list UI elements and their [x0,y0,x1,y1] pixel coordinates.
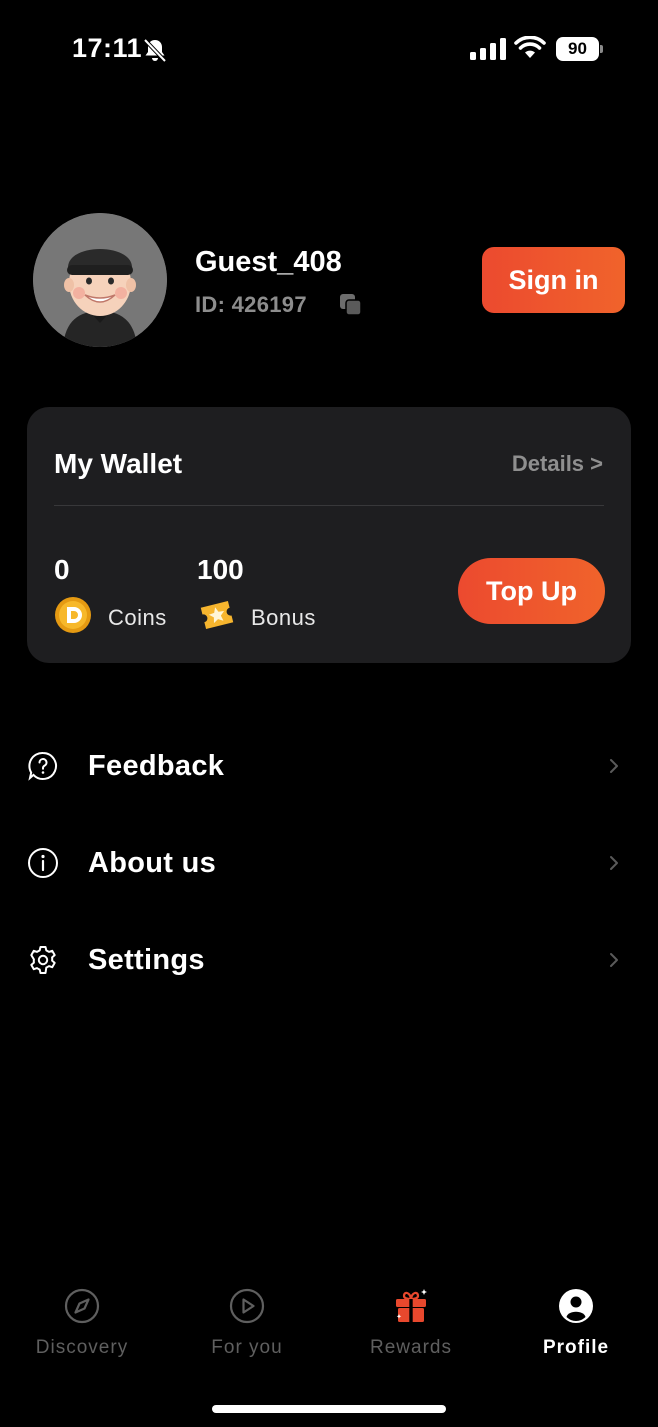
menu-label-settings: Settings [88,944,205,976]
home-indicator [212,1405,446,1413]
avatar-image [33,213,167,347]
battery-level: 90 [568,39,587,58]
user-id: ID: 426197 [195,292,307,317]
chevron-right-icon [610,759,618,773]
tab-profile[interactable]: Profile [506,1285,646,1365]
avatar[interactable] [33,213,167,347]
wallet-card: My Wallet Details > 0 Coins 100 Bonus To… [27,407,631,663]
bonus-value: 100 [197,554,244,585]
coins-value: 0 [54,554,70,585]
tab-discovery[interactable]: Discovery [12,1285,152,1365]
menu-label-about-us: About us [88,847,217,879]
menu-item-settings[interactable]: Settings [0,920,658,1000]
coin-icon [55,597,91,633]
tab-for-you[interactable]: For you [177,1285,317,1365]
menu-label-feedback: Feedback [88,750,225,782]
tab-rewards[interactable]: Rewards [341,1285,481,1365]
sign-in-button[interactable]: Sign in [482,247,625,313]
user-circle-icon [559,1289,593,1323]
info-circle-icon [28,848,58,878]
top-up-button[interactable]: Top Up [458,558,605,624]
gear-icon [30,946,56,974]
gift-icon [396,1289,427,1322]
battery-indicator: 90 [556,37,604,61]
chevron-right-icon [610,953,618,967]
tab-label-for-you: For you [211,1337,283,1358]
menu-item-about-us[interactable]: About us [0,823,658,903]
wallet-details-link[interactable]: Details > [512,451,603,477]
menu-item-feedback[interactable]: Feedback [0,726,658,806]
tab-label-rewards: Rewards [370,1337,452,1358]
play-circle-icon [229,1288,265,1324]
compass-icon [64,1288,100,1324]
chevron-right-icon [610,856,618,870]
copy-icon[interactable] [339,293,363,317]
tab-label-discovery: Discovery [35,1337,129,1358]
bell-muted-icon [143,38,167,63]
question-circle-icon [28,751,57,781]
status-time: 17:11 [72,33,143,63]
cellular-signal-icon [470,38,506,60]
bonus-ticket-icon [200,600,234,630]
coins-label: Coins [108,605,167,630]
divider [54,505,604,506]
username: Guest_408 [195,246,342,278]
status-bar: 17:11 90 [0,0,658,100]
wifi-icon [514,36,546,58]
bonus-label: Bonus [251,605,316,630]
wallet-title: My Wallet [54,448,183,479]
tab-label-profile: Profile [542,1337,610,1358]
